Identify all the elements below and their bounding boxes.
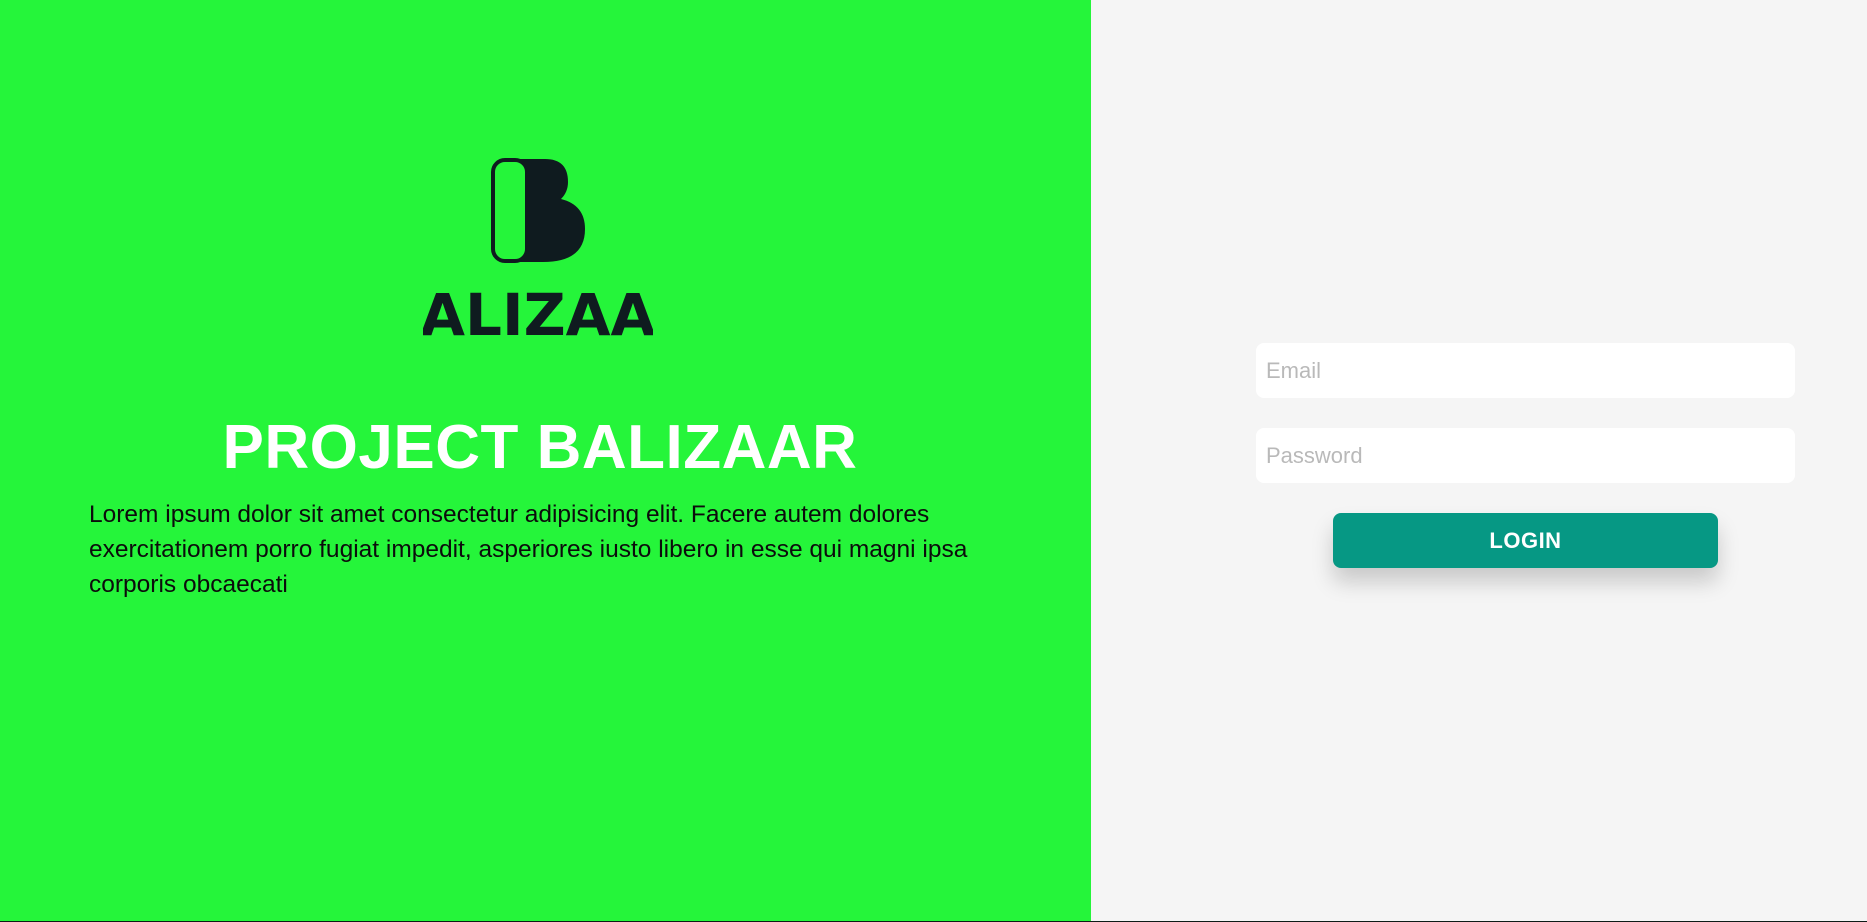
logo-wordmark: BALIZAAR <box>423 281 653 349</box>
login-panel: LOGIN <box>1091 0 1867 921</box>
hero-description: Lorem ipsum dolor sit amet consectetur a… <box>89 501 968 598</box>
email-field[interactable] <box>1256 343 1795 398</box>
login-button[interactable]: LOGIN <box>1333 513 1718 568</box>
hero-panel: BALIZAAR PROJECT BALIZAAR Lorem ipsum do… <box>0 0 1091 921</box>
balizaar-logo: BALIZAAR <box>423 150 653 350</box>
password-field[interactable] <box>1256 428 1795 483</box>
page-title: PROJECT BALIZAAR <box>222 413 858 482</box>
b-monogram-icon: BALIZAAR <box>423 158 653 349</box>
